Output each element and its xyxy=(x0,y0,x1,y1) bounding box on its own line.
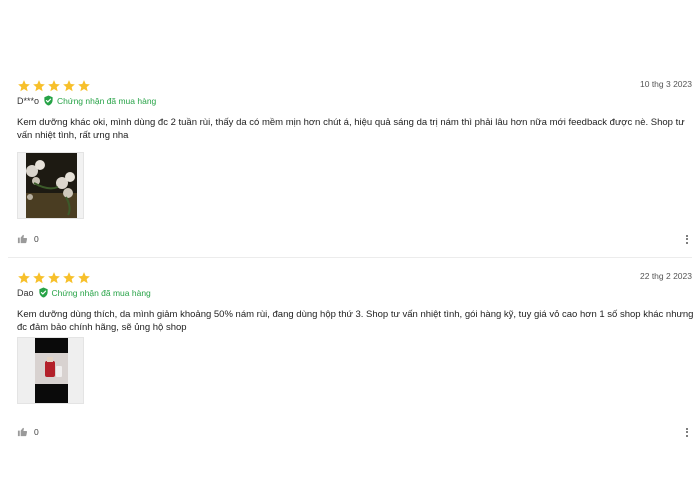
review-date: 22 thg 2 2023 xyxy=(640,271,692,281)
star-icon xyxy=(32,79,46,93)
thumbs-up-icon[interactable] xyxy=(17,233,28,244)
verified-purchase-label: Chứng nhận đã mua hàng xyxy=(57,95,157,106)
more-vertical-icon[interactable] xyxy=(682,425,692,439)
verified-check-icon xyxy=(38,287,49,298)
star-icon xyxy=(17,271,31,285)
star-icon xyxy=(77,271,91,285)
star-icon xyxy=(62,79,76,93)
more-vertical-icon[interactable] xyxy=(682,232,692,246)
star-rating xyxy=(17,271,91,285)
author-name: Dao xyxy=(17,287,34,298)
verified-purchase-label: Chứng nhận đã mua hàng xyxy=(51,287,151,298)
star-icon xyxy=(32,271,46,285)
author-row: D***o Chứng nhận đã mua hàng xyxy=(17,95,156,106)
review-photo-product xyxy=(18,338,83,403)
author-row: Dao Chứng nhận đã mua hàng xyxy=(17,287,151,298)
verified-check-icon xyxy=(43,95,54,106)
star-icon xyxy=(62,271,76,285)
star-icon xyxy=(47,79,61,93)
star-icon xyxy=(77,79,91,93)
review-card: 22 thg 2 2023 Dao Chứng nhận đã mua hàng… xyxy=(8,262,693,450)
review-date: 10 thg 3 2023 xyxy=(640,79,692,89)
review-photo-thumbnail[interactable] xyxy=(17,337,84,404)
review-card: 10 thg 3 2023 D***o Chứng nhận đã mua hà… xyxy=(8,70,692,258)
star-rating xyxy=(17,79,91,93)
thumbs-up-icon[interactable] xyxy=(17,426,28,437)
review-text: Kem dưỡng khác oki, mình dùng đc 2 tuần … xyxy=(17,117,685,141)
author-name: D***o xyxy=(17,95,40,106)
review-actions: 0 xyxy=(17,426,39,437)
star-icon xyxy=(17,79,31,93)
review-photo-thumbnail[interactable] xyxy=(17,152,84,219)
star-icon xyxy=(47,271,61,285)
review-actions: 0 xyxy=(17,233,39,244)
like-count: 0 xyxy=(34,426,39,437)
like-count: 0 xyxy=(34,233,39,244)
review-text: Kem dưỡng dùng thích, da mình giảm khoản… xyxy=(17,309,694,333)
review-photo-flowers xyxy=(18,153,83,218)
